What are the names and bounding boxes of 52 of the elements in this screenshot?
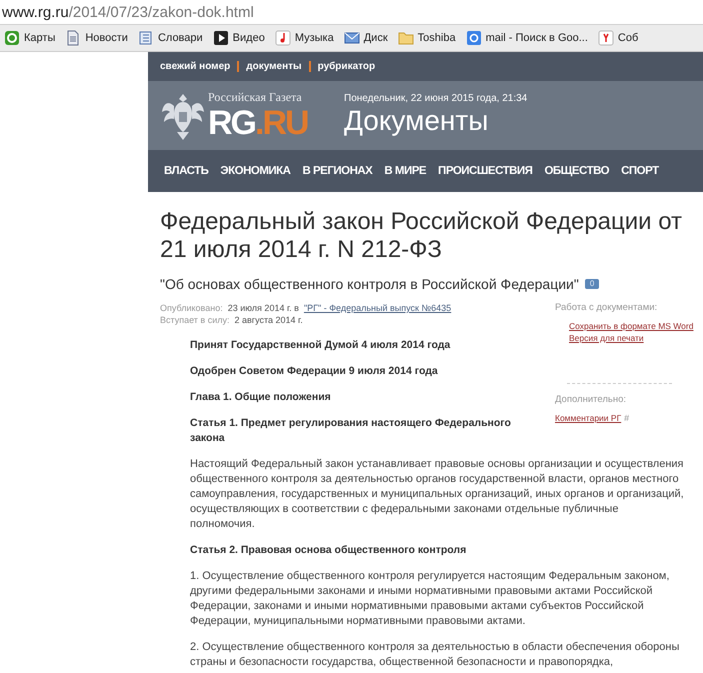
meta-value: 23 июля 2014 г. в xyxy=(228,302,299,314)
url-text[interactable]: www.rg.ru/2014/07/23/zakon-dok.html xyxy=(2,4,254,20)
book-icon xyxy=(138,30,154,46)
bookmark-link[interactable]: mail - Поиск в Goo... xyxy=(466,30,588,46)
nav-link[interactable]: СПОРТ xyxy=(621,165,659,177)
section-heading: Статья 2. Правовая основа общественного контроля xyxy=(190,543,466,558)
current-date: Понедельник, 22 июня 2015 года, 21:34 xyxy=(344,93,528,104)
site-logo[interactable]: RG.RU xyxy=(208,105,336,141)
nav-link[interactable]: ПРОИСШЕСТВИЯ xyxy=(438,165,532,177)
folder-icon xyxy=(398,30,414,46)
newspaper-name: Российская Газета xyxy=(208,90,303,105)
section-heading: Принят Государственной Думой 4 июля 2014 года xyxy=(190,338,450,353)
bookmark-link[interactable]: Соб xyxy=(598,30,638,46)
top-link[interactable]: рубрикатор xyxy=(318,61,376,72)
issue-link[interactable]: "РГ" - Федеральный выпуск №6435 xyxy=(304,302,452,314)
bookmark-link[interactable]: Музыка xyxy=(274,30,334,46)
bookmark-link[interactable]: Видео xyxy=(212,30,265,46)
nav-link[interactable]: В РЕГИОНАХ xyxy=(302,165,372,177)
sidebar-heading: Дополнительно: xyxy=(555,394,628,405)
section-heading: Одобрен Советом Федерации 9 июля 2014 года xyxy=(190,364,438,379)
bookmark-link[interactable]: Словари xyxy=(138,30,203,46)
body-paragraph: 1. Осуществление общественного контроля регулируется настоящим Федеральным законом, другими федеральными законами и иными нормативными правовыми актами Российской Федерации, законами и иными нормативными правовыми актами субъектов Российской Федерации, муниципальными нормативными правовыми актами. xyxy=(190,569,670,629)
bookmark-link[interactable]: Toshiba xyxy=(398,30,456,46)
anchor-mark: # xyxy=(624,413,630,423)
body-paragraph: Настоящий Федеральный закон устанавливает правовые основы организации и осуществления общественного контроля за деятельностью органов государственной власти, органов местного самоуправления, государственных и муниципальных организаций, иных органов и организаций, осуществляющих в соответствии с федеральными законами отдельные публичные полномочия. xyxy=(190,457,685,532)
article-subtitle: "Об основах общественного контроля в Российской Федерации" xyxy=(160,276,579,292)
nav-link[interactable]: ОБЩЕСТВО xyxy=(544,165,610,177)
meta-value: 2 августа 2014 г. xyxy=(234,314,303,326)
envelope-icon xyxy=(344,30,360,46)
article-title: Федеральный закон Российской Федерации от 21 июля 2014 г. N 212-ФЗ xyxy=(160,208,684,264)
top-link[interactable]: свежий номер xyxy=(160,61,230,72)
nav-link[interactable]: ЭКОНОМИКА xyxy=(220,165,290,177)
bookmark-link[interactable]: Карты xyxy=(4,30,56,46)
document-icon xyxy=(65,30,82,46)
section-heading: Статья 1. Предмет регулирования настоящего Федерального закона xyxy=(190,416,512,446)
meta-label: Опубликовано: xyxy=(160,302,223,314)
sidebar-heading: Работа с документами: xyxy=(555,302,658,313)
bookmark-link[interactable]: Диск xyxy=(344,30,388,46)
nav-link[interactable]: В МИРЕ xyxy=(384,165,426,177)
body-paragraph: 2. Осуществление общественного контроля за деятельностью в области обеспечения обороны страны и безопасности государства, общественной безопасности и правопорядка, xyxy=(190,640,680,670)
meta-label: Вступает в силу: xyxy=(160,314,230,326)
bookmark-link[interactable]: Новости xyxy=(65,30,128,46)
music-note-icon xyxy=(274,30,291,46)
document-link[interactable]: Версия для печати xyxy=(569,333,644,343)
comments-link[interactable]: Комментарии РГ xyxy=(555,413,622,423)
section-title: Документы xyxy=(344,104,490,138)
play-icon xyxy=(212,30,229,46)
y-icon xyxy=(598,30,614,46)
top-link[interactable]: документы xyxy=(246,61,302,72)
nav-link[interactable]: ВЛАСТЬ xyxy=(164,165,208,177)
section-heading: Глава 1. Общие положения xyxy=(190,390,331,405)
document-link[interactable]: Сохранить в формате MS Word xyxy=(569,321,694,331)
